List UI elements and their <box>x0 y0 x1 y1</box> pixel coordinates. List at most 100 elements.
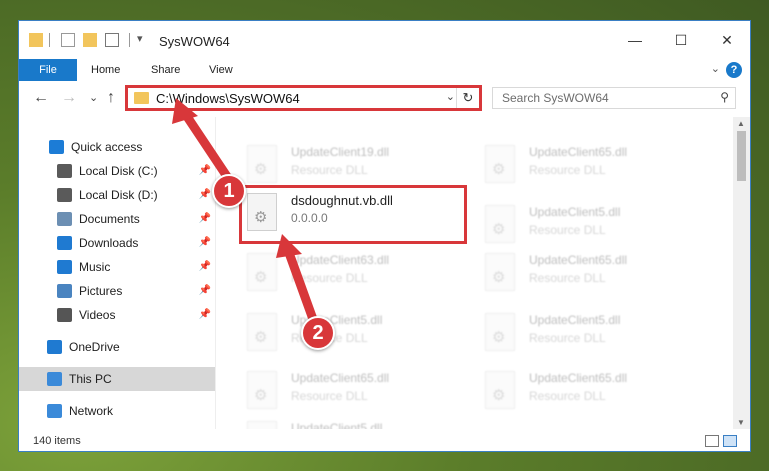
address-dropdown-icon[interactable]: ⌄ <box>446 90 455 103</box>
vertical-scrollbar[interactable]: ▲ ▼ <box>733 117 750 429</box>
file-item[interactable]: ⚙ UpdateClient19.dll Resource DLL <box>243 141 473 187</box>
address-bar[interactable]: C:\Windows\SysWOW64 ⌄ ↻ <box>125 85 482 111</box>
sidebar-item[interactable]: Quick access <box>19 135 215 159</box>
sidebar-item[interactable]: Pictures 📌 <box>19 279 215 303</box>
item-count: 140 items <box>33 435 81 447</box>
file-name: UpdateClient65.dll <box>529 371 628 385</box>
sidebar-item[interactable]: Documents 📌 <box>19 207 215 231</box>
address-path[interactable]: C:\Windows\SysWOW64 <box>156 91 300 106</box>
file-description: Resource DLL <box>529 223 606 237</box>
details-view-icon[interactable] <box>705 435 719 447</box>
close-button[interactable]: ✕ <box>704 25 750 55</box>
tab-share[interactable]: Share <box>151 59 180 81</box>
file-name: UpdateClient5.dll <box>529 313 621 327</box>
status-bar: 140 items <box>19 429 750 451</box>
new-folder-icon[interactable] <box>83 33 97 47</box>
window-title: SysWOW64 <box>159 34 230 49</box>
sidebar-item-label: Pictures <box>79 284 123 298</box>
recent-locations-button[interactable]: ⌄ <box>89 91 98 104</box>
scroll-down-icon[interactable]: ▼ <box>737 418 745 427</box>
search-input[interactable]: Search SysWOW64 <box>502 91 609 105</box>
sidebar-item[interactable]: Local Disk (C:) 📌 <box>19 159 215 183</box>
gear-icon: ⚙ <box>254 269 268 286</box>
file-item-highlighted[interactable]: ⚙ dsdoughnut.vb.dll 0.0.0.0 <box>243 189 473 235</box>
sidebar-item[interactable]: Local Disk (D:) 📌 <box>19 183 215 207</box>
pictures-icon <box>57 284 72 298</box>
tab-home[interactable]: Home <box>91 59 120 81</box>
sidebar-item[interactable]: Downloads 📌 <box>19 231 215 255</box>
forward-button[interactable]: → <box>61 89 77 107</box>
folder-icon <box>29 33 43 47</box>
gear-icon: ⚙ <box>492 161 506 178</box>
up-button[interactable]: ↑ <box>107 89 115 107</box>
pin-icon[interactable]: 📌 <box>199 231 211 255</box>
large-icons-view-icon[interactable] <box>723 435 737 447</box>
sidebar-item[interactable]: Network <box>19 399 215 423</box>
title-bar: ▾ SysWOW64 — ☐ ✕ <box>19 21 750 59</box>
pin-icon[interactable]: 📌 <box>199 303 211 327</box>
drive-icon <box>57 188 72 202</box>
explorer-window: ▾ SysWOW64 — ☐ ✕ File Home Share View ⌄ … <box>18 20 751 452</box>
file-name: dsdoughnut.vb.dll <box>291 193 393 208</box>
properties-icon[interactable] <box>61 33 75 47</box>
pin-icon[interactable]: 📌 <box>199 183 211 207</box>
customize-toolbar-icon[interactable] <box>105 33 119 47</box>
file-name: UpdateClient65.dll <box>529 145 628 159</box>
expand-ribbon-icon[interactable]: ⌄ <box>711 62 720 75</box>
scroll-thumb[interactable] <box>737 131 746 181</box>
pin-icon[interactable]: 📌 <box>199 255 211 279</box>
gear-icon: ⚙ <box>492 387 506 404</box>
drive-icon <box>57 164 72 178</box>
maximize-button[interactable]: ☐ <box>658 25 704 55</box>
file-item[interactable]: ⚙ UpdateClient5.dll Resource DLL <box>481 309 711 355</box>
file-item[interactable]: ⚙ UpdateClient63.dll Resource DLL <box>243 249 473 295</box>
dll-file-icon: ⚙ <box>485 145 515 183</box>
back-button[interactable]: ← <box>33 89 49 107</box>
file-item[interactable]: ⚙UpdateClient5.dllResource DLL <box>243 309 473 355</box>
file-item[interactable]: ⚙UpdateClient5.dllResource DLL <box>481 201 711 247</box>
help-icon[interactable]: ? <box>726 62 742 78</box>
title-separator <box>49 33 50 47</box>
onedrive-icon <box>47 340 62 354</box>
file-item[interactable]: ⚙ UpdateClient65.dll Resource DLL <box>481 367 711 413</box>
file-item[interactable]: ⚙UpdateClient5.dllResource DLL <box>243 417 473 429</box>
sidebar-item[interactable]: OneDrive <box>19 335 215 359</box>
file-version: 0.0.0.0 <box>291 211 328 225</box>
minimize-button[interactable]: — <box>612 25 658 55</box>
sidebar-item[interactable]: Music 📌 <box>19 255 215 279</box>
gear-icon: ⚙ <box>254 161 268 178</box>
scroll-up-icon[interactable]: ▲ <box>737 119 745 128</box>
refresh-button[interactable]: ↻ <box>456 88 479 108</box>
gear-icon: ⚙ <box>492 269 506 286</box>
gear-icon: ⚙ <box>254 387 268 404</box>
file-item[interactable]: ⚙ UpdateClient65.dll Resource DLL <box>481 249 711 295</box>
sidebar-item-label: Videos <box>79 308 116 322</box>
dll-file-icon: ⚙ <box>247 371 277 409</box>
file-description: Resource DLL <box>291 163 368 177</box>
sidebar-item-label: Music <box>79 260 111 274</box>
file-name: UpdateClient19.dll <box>291 145 390 159</box>
sidebar-item[interactable]: This PC <box>19 367 215 391</box>
tab-view[interactable]: View <box>209 59 233 81</box>
chevron-down-icon[interactable]: ▾ <box>137 32 143 45</box>
file-item[interactable]: ⚙ UpdateClient65.dll Resource DLL <box>243 367 473 413</box>
file-description: Resource DLL <box>529 331 606 345</box>
pin-icon[interactable]: 📌 <box>199 279 211 303</box>
tab-file[interactable]: File <box>19 59 77 81</box>
sidebar-item-label: Downloads <box>79 236 139 250</box>
dll-file-icon: ⚙ <box>247 193 277 231</box>
folder-icon <box>134 92 149 104</box>
videos-icon <box>57 308 72 322</box>
sidebar-item-label: Documents <box>79 212 140 226</box>
sidebar-item[interactable]: Videos 📌 <box>19 303 215 327</box>
navigation-bar: ← → ⌄ ↑ C:\Windows\SysWOW64 ⌄ ↻ Search S… <box>19 81 750 117</box>
sidebar-item-label: Local Disk (D:) <box>79 188 158 202</box>
file-item[interactable]: ⚙ UpdateClient65.dll Resource DLL <box>481 141 711 187</box>
sidebar-item-label: OneDrive <box>69 340 120 354</box>
search-box[interactable]: Search SysWOW64 ⚲ <box>492 87 736 109</box>
network-icon <box>47 404 62 418</box>
search-icon[interactable]: ⚲ <box>720 90 729 104</box>
pin-icon[interactable]: 📌 <box>199 207 211 231</box>
pin-icon[interactable]: 📌 <box>199 159 211 183</box>
dll-file-icon: ⚙ <box>485 313 515 351</box>
